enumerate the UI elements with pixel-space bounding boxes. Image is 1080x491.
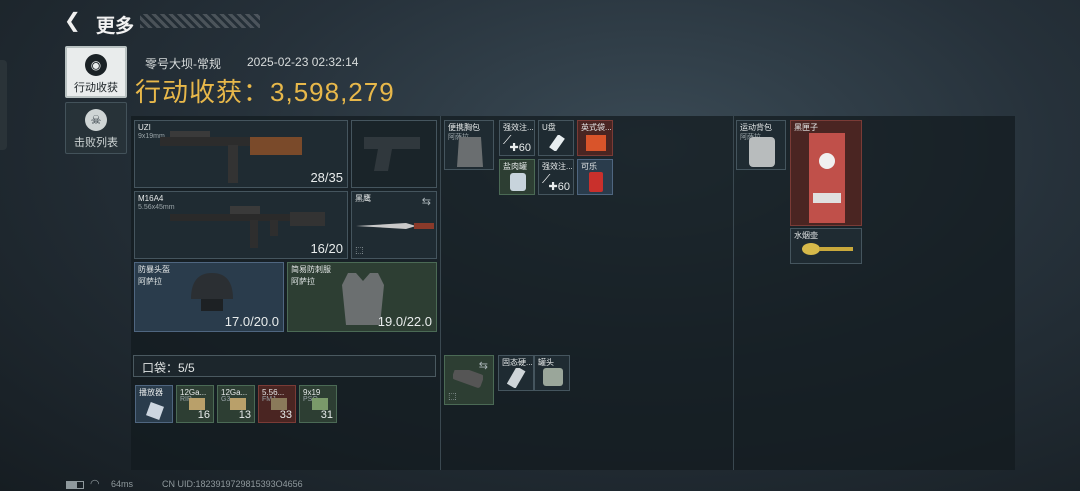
- skull-icon: ☠: [85, 109, 107, 131]
- page-title: 更多: [96, 16, 135, 37]
- weapon-name: M16A4: [138, 194, 164, 203]
- item-name: 强效注...: [542, 162, 573, 171]
- user-uid: CN UID:1823919729815393O4656: [162, 479, 303, 489]
- weapon-slot-secondary[interactable]: M16A4 5.56x45mm 16/20: [134, 191, 348, 259]
- item-count: 13: [238, 409, 251, 421]
- weapon-slot-primary[interactable]: UZI 9x19mm 28/35: [134, 120, 348, 188]
- usb-drive-icon: [549, 135, 565, 151]
- map-name: 零号大坝-常规: [145, 57, 221, 71]
- battery-icon: [66, 481, 84, 489]
- rig-item[interactable]: U盘: [538, 120, 574, 156]
- backpack-item[interactable]: 水烟壶: [790, 228, 862, 264]
- rifle-icon: [170, 206, 325, 248]
- tab-harvest[interactable]: ◉ 行动收获: [65, 46, 127, 98]
- item-count-value: 60: [557, 181, 570, 193]
- title-decoration: [140, 14, 260, 28]
- item-sub: G3: [221, 396, 231, 403]
- helmet-name: 防暴头盔: [138, 265, 170, 274]
- item-name: 水烟壶: [794, 231, 818, 240]
- armor-brand: 阿萨拉: [291, 277, 315, 286]
- player-device-icon: [146, 402, 164, 420]
- pocket-item[interactable]: 5.56... FMJ 33: [258, 385, 296, 423]
- helmet-slot[interactable]: 防暴头盔 阿萨拉 17.0/20.0: [134, 262, 284, 332]
- item-count-value: 60: [518, 142, 531, 154]
- melee-name: 黑鹰: [355, 194, 371, 203]
- match-datetime: 2025-02-23 02:32:14: [247, 55, 359, 69]
- rig-item[interactable]: 盐肉罐: [499, 159, 535, 195]
- secure-item[interactable]: 罐头: [534, 355, 570, 391]
- item-count: 33: [279, 409, 292, 421]
- pocket-item[interactable]: 12Ga... RIP 16: [176, 385, 214, 423]
- durability: 19.0/22.0: [377, 314, 432, 329]
- canned-food-icon: [543, 368, 563, 386]
- rig-item[interactable]: 强效注... ⟋ ✚60: [538, 159, 574, 195]
- backpack-item[interactable]: 黑匣子: [790, 120, 862, 226]
- harvest-total: 行动收获：3,598,279: [135, 72, 395, 109]
- hookah-icon: [802, 243, 853, 255]
- item-count: 16: [197, 409, 210, 421]
- item-name: 播放器: [139, 388, 163, 397]
- item-name: 固态硬...: [502, 358, 533, 367]
- item-name: 英式袋...: [581, 123, 612, 132]
- secure-case-icon: [453, 370, 483, 388]
- chest-rig-icon: [457, 137, 483, 167]
- wifi-icon: ◠: [90, 478, 100, 490]
- can-icon: [510, 173, 526, 191]
- lock-icon: ⬚: [448, 391, 457, 401]
- pocket-item[interactable]: 播放器: [135, 385, 173, 423]
- item-name: U盘: [542, 123, 556, 132]
- pocket-item[interactable]: 9x19 PSO 31: [299, 385, 337, 423]
- ammo-count: 28/35: [310, 170, 343, 185]
- swap-icon[interactable]: ⇆: [422, 195, 431, 208]
- weapon-slot-pistol[interactable]: [351, 120, 437, 188]
- item-count: ✚60: [548, 181, 570, 193]
- harvest-value: 3,598,279: [270, 77, 395, 107]
- chest-rig-slot[interactable]: 便携胸包 阿萨拉: [444, 120, 494, 170]
- pocket-header: 口袋：5/5: [133, 355, 436, 377]
- secure-container-slot[interactable]: ⇆ ⬚: [444, 355, 494, 405]
- item-name: 可乐: [581, 162, 597, 171]
- secure-item[interactable]: 固态硬...: [498, 355, 534, 391]
- uzi-icon: [160, 131, 302, 183]
- backpack-slot[interactable]: 运动背包 阿萨拉: [736, 120, 786, 170]
- tea-bag-icon: [586, 135, 606, 151]
- back-icon[interactable]: ❮: [64, 10, 84, 32]
- lock-icon: ⬚: [355, 245, 364, 255]
- left-edge-tab[interactable]: [0, 60, 7, 150]
- tab-defeat-list[interactable]: ☠ 击败列表: [65, 102, 127, 154]
- ssd-icon: [507, 368, 526, 388]
- pocket-item[interactable]: 12Ga... G3 13: [217, 385, 255, 423]
- knife-icon: [356, 223, 434, 229]
- durability: 17.0/20.0: [224, 314, 279, 329]
- harvest-label: 行动收获：: [135, 77, 271, 107]
- item-count: 31: [320, 409, 333, 421]
- melee-slot[interactable]: 黑鹰 ⇆ ⬚: [351, 191, 437, 259]
- pistol-icon: [364, 137, 420, 171]
- rig-item[interactable]: 强效注... ⟋ ✚60: [499, 120, 535, 156]
- armor-slot[interactable]: 简易防刺服 阿萨拉 19.0/22.0: [287, 262, 437, 332]
- item-count: ✚60: [509, 142, 531, 154]
- divider: [440, 116, 441, 470]
- ammo-count: 16/20: [310, 241, 343, 256]
- weapon-name: UZI: [138, 123, 151, 132]
- tab-harvest-label: 行动收获: [74, 82, 118, 94]
- rig-item[interactable]: 英式袋...: [577, 120, 613, 156]
- item-name: 罐头: [538, 358, 554, 367]
- black-box-icon: [809, 133, 845, 223]
- armor-name: 简易防刺服: [291, 265, 331, 274]
- item-name: 盐肉罐: [503, 162, 527, 171]
- coin-icon: ◉: [85, 54, 107, 76]
- item-name: 强效注...: [503, 123, 534, 132]
- backpack-icon: [749, 137, 775, 167]
- divider: [733, 116, 734, 470]
- helmet-brand: 阿萨拉: [138, 277, 162, 286]
- ping: 64ms: [111, 479, 134, 489]
- rig-item[interactable]: 可乐: [577, 159, 613, 195]
- cola-can-icon: [589, 172, 603, 192]
- item-name: 黑匣子: [794, 123, 818, 132]
- tab-defeat-label: 击败列表: [74, 137, 118, 149]
